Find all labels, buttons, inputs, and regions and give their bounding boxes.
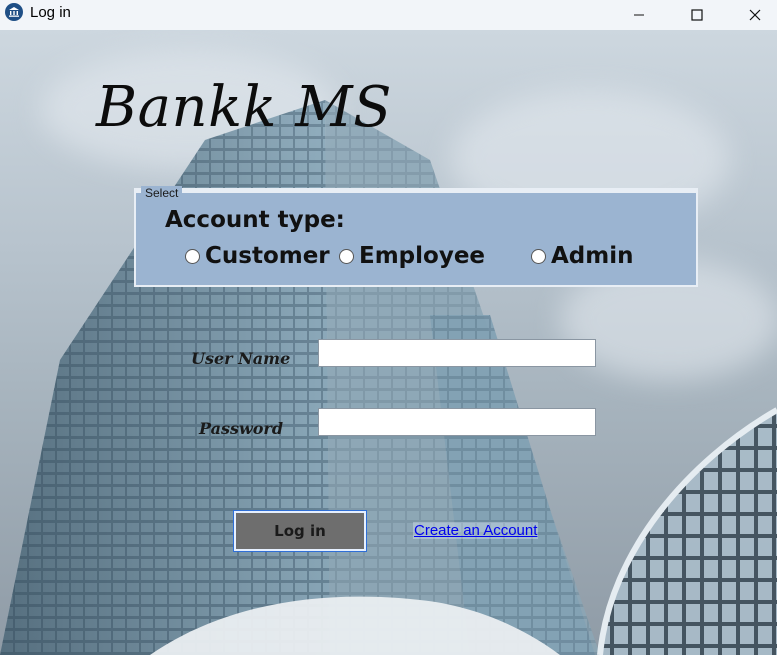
maximize-icon	[691, 9, 703, 21]
username-input[interactable]	[318, 339, 596, 367]
window-title: Log in	[30, 4, 71, 21]
close-icon	[749, 9, 761, 21]
login-window: Log in Bankk MS Select Account type: Cus…	[0, 0, 777, 655]
account-type-group	[134, 188, 698, 287]
minimize-icon	[634, 14, 644, 16]
radio-customer[interactable]: Customer	[185, 243, 330, 269]
login-button[interactable]: Log in	[233, 510, 367, 552]
close-button[interactable]	[732, 0, 777, 30]
maximize-button[interactable]	[674, 0, 720, 30]
radio-label: Employee	[359, 243, 486, 269]
group-legend: Select	[141, 186, 183, 200]
radio-label: Customer	[205, 243, 330, 269]
radio-employee[interactable]: Employee	[339, 243, 485, 269]
username-label: User Name	[191, 349, 291, 368]
radio-button-icon[interactable]	[185, 248, 200, 264]
title-bar[interactable]: Log in	[0, 0, 777, 30]
radio-button-icon[interactable]	[531, 248, 546, 264]
account-type-label: Account type:	[165, 207, 345, 233]
minimize-button[interactable]	[616, 0, 662, 30]
login-form-area: Bankk MS Select Account type: Customer E…	[0, 30, 777, 655]
radio-label: Admin	[551, 243, 634, 269]
password-label: Password	[199, 419, 284, 438]
create-account-link[interactable]: Create an Account	[413, 522, 539, 539]
app-title: Bankk MS	[96, 75, 392, 140]
bank-icon	[5, 3, 23, 21]
password-input[interactable]	[318, 408, 596, 436]
radio-button-icon[interactable]	[339, 248, 354, 264]
radio-admin[interactable]: Admin	[531, 243, 634, 269]
